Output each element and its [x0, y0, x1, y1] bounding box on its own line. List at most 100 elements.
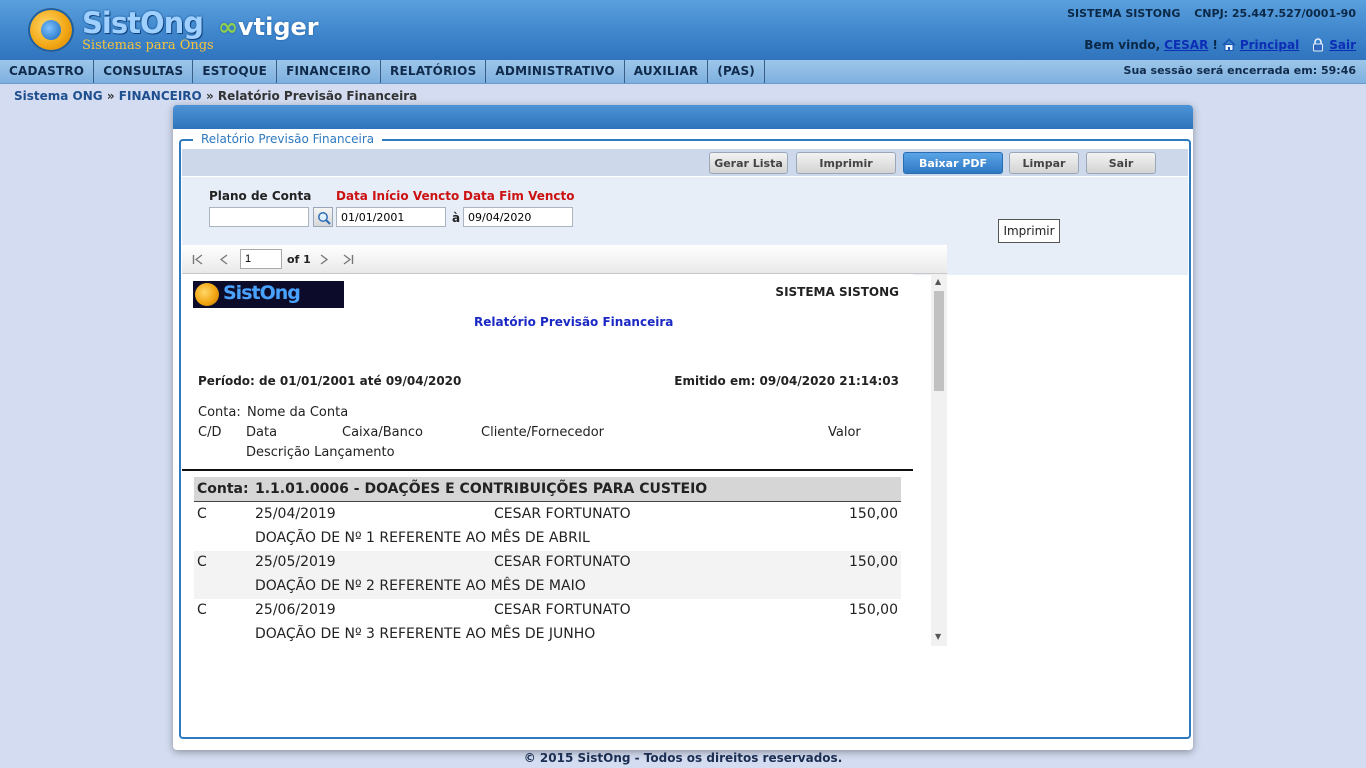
entry-date: 25/06/2019: [255, 602, 336, 618]
vtiger-logo-text: vtiger: [238, 13, 319, 41]
page-footer: © 2015 SistOng - Todos os direitos reser…: [523, 751, 843, 765]
report-page: SistOng SISTEMA SISTONG Relatório Previs…: [182, 274, 913, 646]
entry-value: 150,00: [849, 506, 898, 522]
data-fim-input[interactable]: [463, 207, 573, 227]
lookup-button[interactable]: [313, 207, 333, 227]
menu-consultas[interactable]: CONSULTAS: [94, 60, 194, 83]
menu-administrativo[interactable]: ADMINISTRATIVO: [486, 60, 625, 83]
entry-value: 150,00: [849, 554, 898, 570]
header-separator: [182, 469, 913, 471]
header-data: Data: [246, 425, 278, 440]
breadcrumb-separator: »: [205, 89, 214, 103]
session-timer: Sua sessão será encerrada em: 59:46: [1124, 60, 1356, 82]
welcome-bar: Bem vindo, CESAR! Principal Sair: [1084, 38, 1356, 52]
report-system-name: SISTEMA SISTONG: [775, 285, 899, 299]
sistong-logo[interactable]: SistOng Sistemas para Ongs ∞vtiger: [28, 6, 348, 56]
entry-description: DOAÇÃO DE Nº 1 REFERENTE AO MÊS DE ABRIL: [255, 530, 590, 546]
logout-link[interactable]: Sair: [1329, 38, 1356, 52]
limpar-button[interactable]: Limpar: [1009, 152, 1079, 174]
scroll-thumb[interactable]: [934, 291, 944, 391]
entry-client: CESAR FORTUNATO: [494, 506, 631, 522]
sistong-logo-icon: [28, 8, 74, 52]
menu-cadastro[interactable]: CADASTRO: [0, 60, 95, 83]
welcome-prefix: Bem vindo,: [1084, 38, 1161, 52]
vtiger-logo: ∞vtiger: [218, 13, 319, 41]
menu-estoque[interactable]: ESTOQUE: [193, 60, 278, 83]
page-number-input[interactable]: [240, 249, 282, 269]
report-entry: C 25/04/2019 CESAR FORTUNATO 150,00 DOAÇ…: [194, 503, 901, 551]
prev-page-icon[interactable]: [219, 254, 229, 265]
header-caixa-banco: Caixa/Banco: [342, 425, 423, 440]
house-icon[interactable]: [1222, 38, 1236, 52]
data-inicio-label: Data Início Vencto: [336, 189, 460, 203]
plano-conta-input[interactable]: [209, 207, 309, 227]
imprimir-button[interactable]: Imprimir: [796, 152, 896, 174]
entry-description: DOAÇÃO DE Nº 2 REFERENTE AO MÊS DE MAIO: [255, 578, 586, 594]
sair-button[interactable]: Sair: [1086, 152, 1156, 174]
cnpj: CNPJ: 25.447.527/0001-90: [1194, 7, 1356, 20]
entry-date: 25/04/2019: [255, 506, 336, 522]
action-toolbar: Gerar Lista Imprimir Baixar PDF Limpar S…: [182, 149, 1188, 176]
menu-list: CADASTRO CONSULTAS ESTOQUE FINANCEIRO RE…: [0, 60, 765, 83]
scroll-up-icon[interactable]: ▲: [935, 277, 941, 286]
menu-relatorios[interactable]: RELATÓRIOS: [381, 60, 487, 83]
lock-icon[interactable]: [1311, 38, 1325, 52]
account-group-header: Conta: 1.1.01.0006 - DOAÇÕES E CONTRIBUI…: [194, 477, 901, 502]
imprimir-tooltip: Imprimir: [998, 219, 1060, 243]
report-entry: C 25/05/2019 CESAR FORTUNATO 150,00 DOAÇ…: [194, 551, 901, 599]
menu-auxiliar[interactable]: AUXILIAR: [625, 60, 709, 83]
scroll-down-icon[interactable]: ▼: [935, 632, 941, 641]
entry-cd: C: [197, 506, 207, 522]
system-name: SISTEMA SISTONG: [1067, 7, 1181, 20]
logo-name: SistOng: [82, 6, 204, 40]
header-cd: C/D: [198, 425, 222, 440]
company-info: SISTEMA SISTONG CNPJ: 25.447.527/0001-90: [1057, 7, 1356, 20]
breadcrumb: Sistema ONG » FINANCEIRO » Relatório Pre…: [14, 89, 417, 103]
data-inicio-input[interactable]: [336, 207, 446, 227]
entry-cd: C: [197, 554, 207, 570]
report-fieldset: Relatório Previsão Financeira Gerar List…: [179, 132, 1191, 739]
header-descricao: Descrição Lançamento: [246, 445, 395, 460]
gerar-lista-button[interactable]: Gerar Lista: [709, 152, 788, 174]
first-page-icon[interactable]: [192, 254, 204, 265]
date-range-separator: à: [452, 211, 461, 225]
breadcrumb-section[interactable]: FINANCEIRO: [119, 89, 202, 103]
breadcrumb-separator: »: [106, 89, 115, 103]
magnifier-icon: [318, 212, 331, 225]
header-cliente-fornecedor: Cliente/Fornecedor: [481, 425, 605, 440]
username-link[interactable]: CESAR: [1164, 38, 1208, 52]
entry-cd: C: [197, 602, 207, 618]
session-time: 59:46: [1320, 64, 1356, 77]
app-header: SistOng Sistemas para Ongs ∞vtiger SISTE…: [0, 0, 1366, 60]
entry-description: DOAÇÃO DE Nº 3 REFERENTE AO MÊS DE JUNHO: [255, 626, 596, 642]
last-page-icon[interactable]: [342, 254, 354, 265]
main-menu: CADASTRO CONSULTAS ESTOQUE FINANCEIRO RE…: [0, 60, 1366, 84]
plano-conta-label: Plano de Conta: [209, 189, 312, 203]
window-titlebar: [173, 105, 1193, 129]
fieldset-legend: Relatório Previsão Financeira: [193, 132, 383, 146]
menu-pas[interactable]: (PAS): [708, 60, 765, 83]
header-nome-conta: Nome da Conta: [247, 405, 349, 420]
menu-financeiro[interactable]: FINANCEIRO: [277, 60, 382, 83]
header-valor: Valor: [828, 425, 861, 440]
group-account: 1.1.01.0006 - DOAÇÕES E CONTRIBUIÇÕES PA…: [255, 481, 708, 497]
page-count: of 1: [287, 253, 311, 266]
next-page-icon[interactable]: [319, 254, 329, 265]
report-logo-text: SistOng: [223, 282, 301, 304]
group-label: Conta:: [197, 481, 249, 497]
home-link[interactable]: Principal: [1240, 38, 1299, 52]
welcome-suffix: !: [1212, 38, 1218, 52]
logo-tagline: Sistemas para Ongs: [82, 38, 214, 53]
entry-client: CESAR FORTUNATO: [494, 602, 631, 618]
header-conta: Conta:: [198, 405, 241, 420]
report-logo-icon: [195, 283, 219, 306]
entry-date: 25/05/2019: [255, 554, 336, 570]
report-logo: SistOng: [193, 281, 344, 308]
report-scrollbar[interactable]: ▲ ▼: [931, 274, 947, 646]
report-viewer-toolbar: of 1: [182, 245, 947, 274]
report-emitted: Emitido em: 09/04/2020 21:14:03: [674, 374, 899, 388]
baixar-pdf-button[interactable]: Baixar PDF: [903, 152, 1003, 174]
breadcrumb-current: Relatório Previsão Financeira: [217, 89, 418, 103]
breadcrumb-root[interactable]: Sistema ONG: [14, 89, 103, 103]
report-title: Relatório Previsão Financeira: [474, 315, 674, 329]
